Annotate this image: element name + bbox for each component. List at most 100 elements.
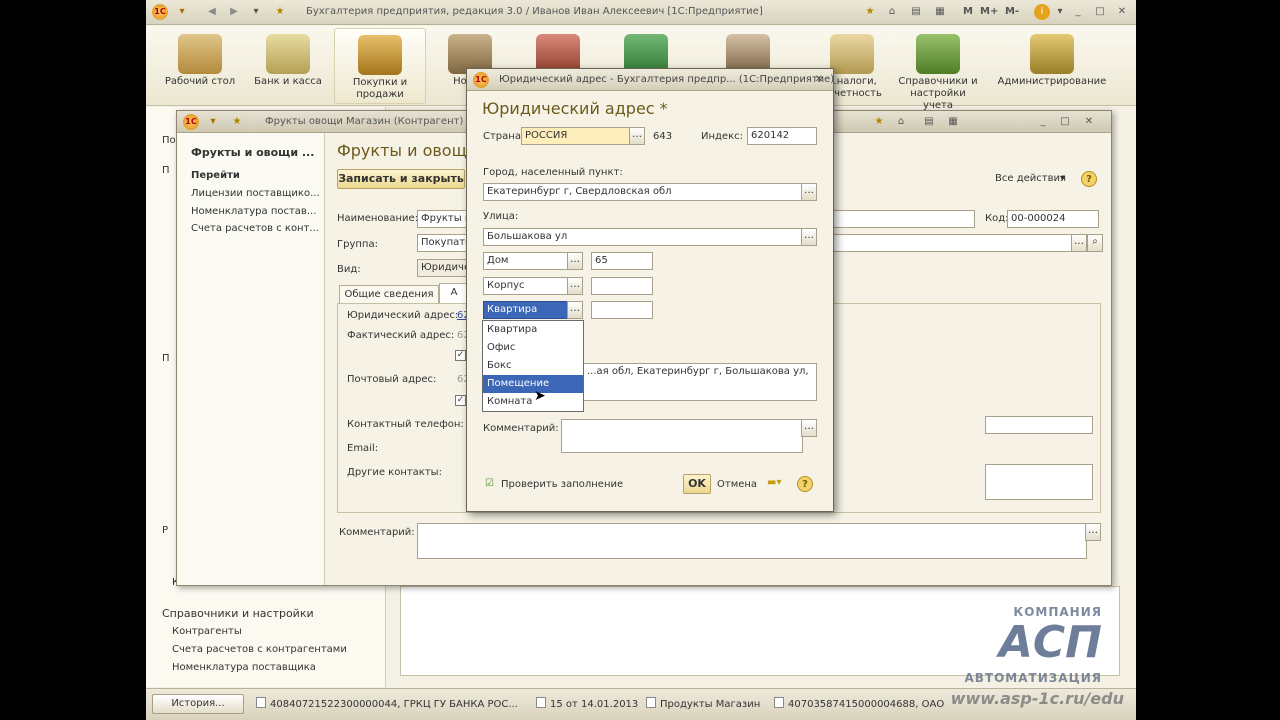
building-number-field[interactable] <box>591 277 653 295</box>
star-icon[interactable]: ★ <box>871 114 887 130</box>
nav-link-accounts[interactable]: Счета расчетов с конт... <box>191 223 319 234</box>
tab-addresses[interactable]: А <box>439 283 469 303</box>
history-button[interactable]: История... <box>152 694 244 714</box>
favorites-star-icon[interactable]: ★ <box>272 4 288 20</box>
1c-logo-icon[interactable]: 1С <box>152 4 168 20</box>
house-type-select-button[interactable]: … <box>567 252 583 270</box>
chevron-down-icon[interactable]: ▾ <box>1060 173 1065 184</box>
apartment-type-field[interactable]: Квартира <box>483 301 569 319</box>
section-administration[interactable]: Администрирование <box>992 28 1112 104</box>
dropdown-option-office[interactable]: Офис <box>483 339 583 357</box>
nav-link-supplier-nomenclature[interactable]: Номенклатура поставщика <box>172 662 316 673</box>
forward-arrow-icon[interactable]: ▶ <box>226 4 242 20</box>
save-close-button[interactable]: Записать и закрыть <box>337 169 465 189</box>
dialog-comment-edit-button[interactable]: … <box>801 419 817 437</box>
memory-m-button[interactable]: M <box>960 4 976 20</box>
section-bank[interactable]: Банк и касса <box>242 28 334 104</box>
1c-logo-icon[interactable]: 1С <box>183 114 199 130</box>
street-select-button[interactable]: … <box>801 228 817 246</box>
maximize-icon[interactable]: □ <box>1057 114 1073 130</box>
street-field[interactable]: Большакова ул <box>483 228 803 246</box>
document-icon[interactable]: ▤ <box>921 114 937 130</box>
same-address-checkbox[interactable]: ✓ <box>455 350 466 361</box>
comment-field[interactable] <box>417 523 1087 559</box>
nav-link-licenses[interactable]: Лицензии поставщико... <box>191 188 320 199</box>
list-options-icon[interactable]: ▬▾ <box>767 477 781 488</box>
calculator-icon[interactable]: ▦ <box>945 114 961 130</box>
document-icon <box>256 697 266 708</box>
check-fill-button[interactable]: Проверить заполнение <box>501 479 623 490</box>
dropdown-option-apartment[interactable]: Квартира <box>483 321 583 339</box>
section-directories[interactable]: Справочники и настройки учета <box>892 28 984 111</box>
favorites-star-icon[interactable]: ★ <box>229 114 245 130</box>
dropdown-option-box[interactable]: Бокс <box>483 357 583 375</box>
history-dropdown-icon[interactable]: ▾ <box>248 4 264 20</box>
code-field[interactable]: 00-000024 <box>1007 210 1099 228</box>
menu-dropdown-icon[interactable]: ▾ <box>205 114 221 130</box>
close-icon[interactable]: ✕ <box>1081 114 1097 130</box>
taskbar-item[interactable]: 15 от 14.01.2013 <box>536 697 638 710</box>
minimize-icon[interactable]: _ <box>1035 114 1051 130</box>
nav-link-nomenclature[interactable]: Номенклатура постав... <box>191 206 316 217</box>
kind-field[interactable]: Юридичес <box>417 259 467 277</box>
home-icon[interactable]: ⌂ <box>893 114 909 130</box>
truck-icon <box>358 35 402 75</box>
group-field-continued[interactable] <box>829 234 1075 252</box>
building-type-field[interactable]: Корпус <box>483 277 569 295</box>
dropdown-icon[interactable]: ▾ <box>1052 4 1068 20</box>
minimize-icon[interactable]: _ <box>1070 4 1086 20</box>
nav-title[interactable]: Фрукты и овощи ... <box>191 146 314 159</box>
apartment-type-select-button[interactable]: … <box>567 301 583 319</box>
section-purchases-sales[interactable]: Покупки и продажи <box>334 28 426 104</box>
country-field[interactable]: РОССИЯ <box>521 127 633 145</box>
group-select-button[interactable]: … <box>1071 234 1087 252</box>
star-icon[interactable]: ★ <box>862 4 878 20</box>
help-icon[interactable]: ? <box>797 476 813 492</box>
cancel-button[interactable]: Отмена <box>717 479 757 490</box>
name-field-continued[interactable] <box>829 210 975 228</box>
city-select-button[interactable]: … <box>801 183 817 201</box>
bank-icon <box>266 34 310 74</box>
search-icon[interactable]: ⌕ <box>1087 234 1103 252</box>
calculator-icon[interactable]: ▦ <box>932 4 948 20</box>
section-desktop[interactable]: Рабочий стол <box>154 28 246 104</box>
nav-link-counterparties[interactable]: Контрагенты <box>172 626 242 637</box>
name-field[interactable]: Фрукты и <box>417 210 467 228</box>
memory-minus-button[interactable]: M- <box>1004 4 1020 20</box>
maximize-icon[interactable]: □ <box>1092 4 1108 20</box>
back-arrow-icon[interactable]: ◀ <box>204 4 220 20</box>
help-icon[interactable]: ? <box>1081 171 1097 187</box>
same-postal-checkbox[interactable]: ✓ <box>455 395 466 406</box>
phone-field[interactable] <box>985 416 1093 434</box>
city-field[interactable]: Екатеринбург г, Свердловская обл <box>483 183 803 201</box>
house-type-field[interactable]: Дом <box>483 252 569 270</box>
1c-logo-icon[interactable]: 1С <box>473 72 489 88</box>
comment-edit-button[interactable]: … <box>1085 523 1101 541</box>
dialog-comment-field[interactable] <box>561 419 803 453</box>
taskbar-item[interactable]: 40840721522300000044, ГРКЦ ГУ БАНКА РОС.… <box>256 697 518 710</box>
menu-dropdown-icon[interactable]: ▾ <box>174 4 190 20</box>
building-type-select-button[interactable]: … <box>567 277 583 295</box>
dropdown-option-room[interactable]: Комната <box>483 393 583 411</box>
nav-link-settlement-accounts[interactable]: Счета расчетов с контрагентами <box>172 644 347 655</box>
tab-general[interactable]: Общие сведения <box>339 285 439 303</box>
close-icon[interactable]: ✕ <box>1114 4 1130 20</box>
all-actions-menu[interactable]: Все действия <box>995 173 1066 184</box>
index-field[interactable]: 620142 <box>747 127 817 145</box>
home-icon[interactable]: ⌂ <box>884 4 900 20</box>
group-field[interactable]: Покупате <box>417 234 467 252</box>
dropdown-option-premises[interactable]: Помещение <box>483 375 583 393</box>
other-contacts-field[interactable] <box>985 464 1093 500</box>
ok-button[interactable]: OK <box>683 474 711 494</box>
taskbar-item[interactable]: Продукты Магазин <box>646 697 760 710</box>
country-select-button[interactable]: … <box>629 127 645 145</box>
info-icon[interactable]: i <box>1034 4 1050 20</box>
taskbar-item[interactable]: 40703587415000004688, ОАО <box>774 697 944 710</box>
close-icon[interactable]: ✕ <box>811 72 827 88</box>
desk-icon <box>178 34 222 74</box>
apartment-number-field[interactable] <box>591 301 653 319</box>
memory-plus-button[interactable]: M+ <box>980 4 998 20</box>
document-icon[interactable]: ▤ <box>908 4 924 20</box>
house-number-field[interactable]: 65 <box>591 252 653 270</box>
watermark-automation: АВТОМАТИЗАЦИЯ <box>964 671 1102 685</box>
